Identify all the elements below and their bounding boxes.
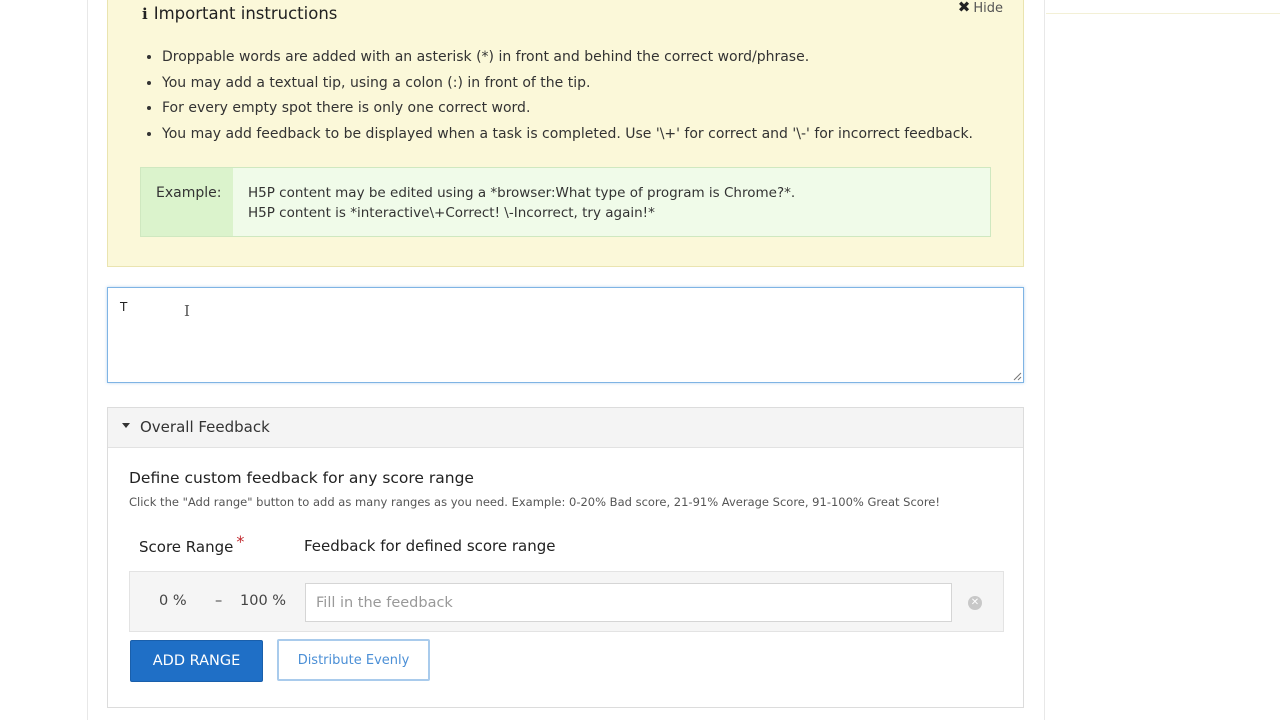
important-instructions-box: i Important instructions ✖Hide Droppable …	[107, 0, 1024, 267]
score-range-row: 0 % – 100 % ✕	[129, 571, 1004, 632]
hide-button[interactable]: ✖ Hide	[958, 0, 1003, 16]
text-editor[interactable]: T I	[107, 287, 1024, 383]
score-range-label: Score Range	[139, 538, 234, 556]
example-line-1: H5P content may be edited using a *brows…	[248, 185, 796, 201]
hide-label: Hide	[973, 1, 1003, 16]
feedback-input[interactable]	[305, 583, 952, 622]
range-from: 0 %	[159, 593, 187, 609]
feedback-title: Define custom feedback for any score ran…	[129, 469, 474, 487]
close-icon: ✖	[957, 0, 971, 16]
overall-feedback-group: Overall Feedback Define custom feedback …	[107, 407, 1024, 708]
list-item: Droppable words are added with an asteri…	[162, 46, 973, 72]
score-range-header: Score Range *	[139, 532, 244, 556]
example-box: Example: H5P content may be edited using…	[140, 167, 991, 237]
feedback-description: Click the "Add range" button to add as m…	[129, 495, 940, 509]
divider	[1046, 13, 1280, 14]
resize-handle-icon[interactable]	[1012, 371, 1022, 381]
list-item: You may add a textual tip, using a colon…	[162, 72, 973, 98]
example-text: H5P content may be edited using a *brows…	[248, 184, 795, 223]
instructions-header: i Important instructions	[142, 4, 337, 23]
instructions-title: Important instructions	[153, 4, 338, 23]
overall-feedback-label: Overall Feedback	[140, 418, 270, 436]
range-to: 100 %	[240, 593, 287, 609]
example-line-2: H5P content is *interactive\+Correct! \-…	[248, 204, 655, 221]
example-label: Example:	[141, 168, 233, 236]
required-mark: *	[236, 532, 245, 551]
page: i Important instructions ✖Hide Droppable …	[0, 0, 1280, 720]
add-range-button[interactable]: ADD RANGE	[130, 640, 263, 682]
overall-feedback-toggle[interactable]: Overall Feedback	[108, 408, 1023, 448]
editor-content: T	[120, 300, 128, 314]
remove-range-icon[interactable]: ✕	[968, 596, 982, 610]
range-dash: –	[215, 593, 223, 609]
list-item: You may add feedback to be displayed whe…	[162, 123, 973, 149]
instructions-list: Droppable words are added with an asteri…	[141, 46, 973, 148]
feedback-column-header: Feedback for defined score range	[304, 537, 556, 555]
caret-down-icon	[122, 423, 130, 428]
text-cursor-icon: I	[184, 302, 190, 320]
list-item: For every empty spot there is only one c…	[162, 97, 973, 123]
distribute-evenly-button[interactable]: Distribute Evenly	[277, 639, 430, 681]
info-icon: i	[142, 5, 148, 23]
